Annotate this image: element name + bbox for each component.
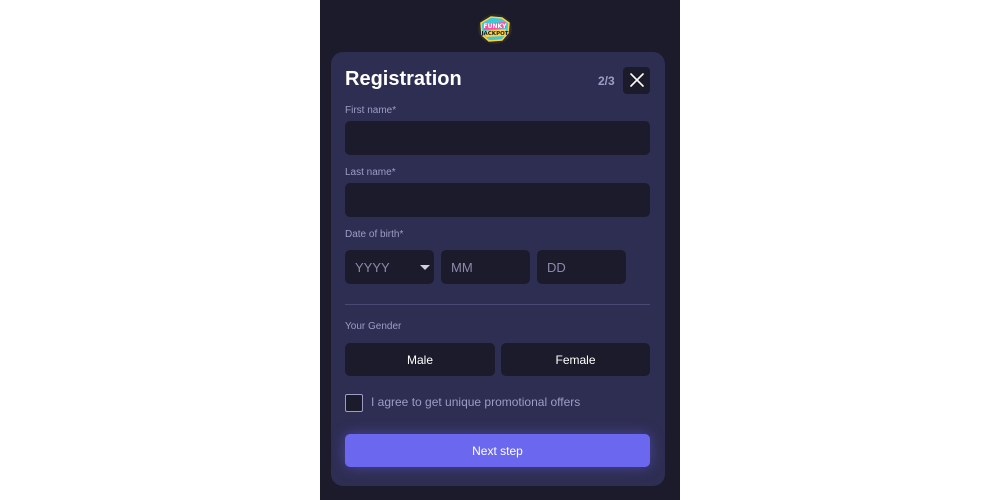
chevron-down-icon — [420, 265, 430, 270]
close-button[interactable] — [623, 67, 650, 94]
divider — [345, 304, 650, 305]
svg-text:FUNKY: FUNKY — [484, 23, 508, 30]
first-name-label: First name* — [345, 105, 397, 116]
birth-month-input[interactable] — [441, 250, 530, 284]
svg-text:JACKPOT: JACKPOT — [480, 31, 508, 37]
step-indicator: 2/3 — [598, 74, 615, 88]
next-step-button[interactable]: Next step — [345, 434, 650, 467]
gender-male-button[interactable]: Male — [345, 343, 495, 376]
registration-title: Registration — [345, 68, 462, 90]
promo-checkbox[interactable] — [345, 394, 363, 412]
app-background: FUNKY JACKPOT Registration 2/3 First nam… — [320, 0, 680, 500]
birth-year-placeholder: YYYY — [355, 260, 390, 275]
last-name-label: Last name* — [345, 167, 396, 178]
gender-female-button[interactable]: Female — [501, 343, 650, 376]
first-name-input[interactable] — [345, 121, 650, 155]
close-icon — [629, 73, 644, 87]
last-name-input[interactable] — [345, 183, 650, 217]
birth-day-box — [537, 250, 626, 284]
gender-label: Your Gender — [345, 321, 402, 332]
birth-day-input[interactable] — [537, 250, 626, 284]
date-of-birth-label: Date of birth* — [345, 229, 404, 240]
funky-jackpot-logo[interactable]: FUNKY JACKPOT — [477, 12, 513, 46]
registration-modal: Registration 2/3 First name* Last name* … — [331, 52, 665, 486]
promo-checkbox-label[interactable]: I agree to get unique promotional offers — [371, 395, 580, 409]
birth-month-box — [441, 250, 530, 284]
birth-year-select[interactable]: YYYY — [345, 250, 434, 284]
